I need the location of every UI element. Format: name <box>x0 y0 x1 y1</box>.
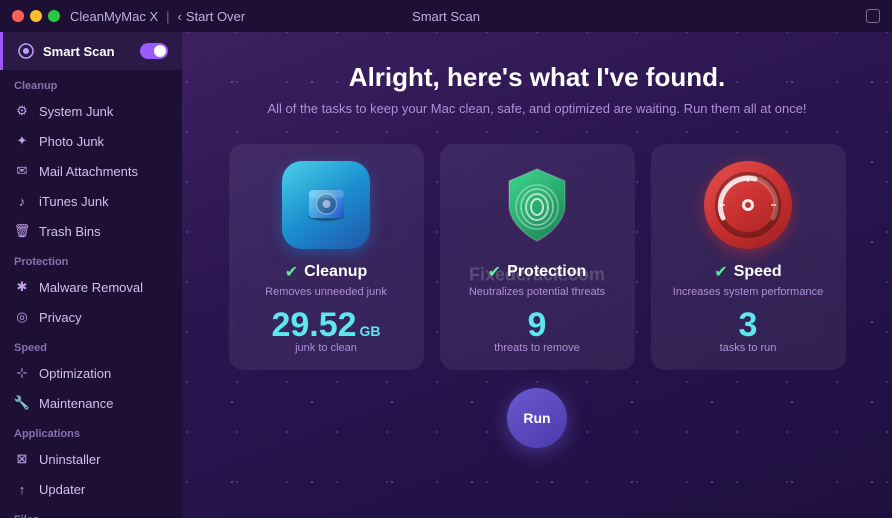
mail-icon: ✉ <box>14 163 30 179</box>
cleanup-unit: GB <box>360 324 381 338</box>
minimize-button[interactable] <box>30 10 42 22</box>
run-button-wrap: Run <box>507 388 567 448</box>
gauge-icon <box>704 161 792 249</box>
sidebar-item-trash-bins[interactable]: 🗑 Trash Bins <box>0 216 182 246</box>
cleanup-card: ✔ Cleanup Removes unneeded junk 29.52 GB… <box>229 144 424 370</box>
applications-section-label: Applications <box>0 418 182 444</box>
shield-icon <box>493 161 581 249</box>
speed-sub-label: tasks to run <box>720 342 777 354</box>
cleanup-sub-label: junk to clean <box>295 342 357 354</box>
disk-icon <box>282 161 370 249</box>
sidebar-item-privacy[interactable]: ◎ Privacy <box>0 302 182 332</box>
protection-icon-wrap <box>492 160 582 250</box>
main-layout: Smart Scan Cleanup ⚙ System Junk ✦ Photo… <box>0 32 892 518</box>
cleanup-number: 29.52 GB <box>271 308 380 342</box>
maintenance-icon: 🔧 <box>14 395 30 411</box>
speed-section-label: Speed <box>0 332 182 358</box>
photo-junk-icon: ✦ <box>14 133 30 149</box>
optimization-label: Optimization <box>39 366 111 381</box>
close-button[interactable] <box>12 10 24 22</box>
cleanup-description: Removes unneeded junk <box>265 286 387 298</box>
sidebar: Smart Scan Cleanup ⚙ System Junk ✦ Photo… <box>0 32 182 518</box>
run-button[interactable]: Run <box>507 388 567 448</box>
speed-number: 3 <box>739 308 758 342</box>
updater-label: Updater <box>39 482 85 497</box>
maintenance-label: Maintenance <box>39 396 113 411</box>
content-area: Fixedcrack.com Alright, here's what I've… <box>182 32 892 518</box>
optimization-icon: ⊹ <box>14 365 30 381</box>
app-name: CleanMyMac X <box>70 9 158 24</box>
itunes-icon: ♪ <box>14 193 30 209</box>
content-title: Alright, here's what I've found. <box>349 62 725 93</box>
uninstaller-icon: ⊠ <box>14 451 30 467</box>
cleanup-title-row: ✔ Cleanup <box>285 262 368 282</box>
back-label: Start Over <box>186 9 245 24</box>
sidebar-item-updater[interactable]: ↑ Updater <box>0 474 182 504</box>
malware-icon: ✱ <box>14 279 30 295</box>
sidebar-item-mail-attachments[interactable]: ✉ Mail Attachments <box>0 156 182 186</box>
sidebar-item-uninstaller[interactable]: ⊠ Uninstaller <box>0 444 182 474</box>
cleanup-icon-wrap <box>281 160 371 250</box>
speed-icon-wrap <box>703 160 793 250</box>
uninstaller-label: Uninstaller <box>39 452 100 467</box>
maximize-button[interactable] <box>48 10 60 22</box>
privacy-label: Privacy <box>39 310 82 325</box>
speed-title-row: ✔ Speed <box>714 262 781 282</box>
back-arrow-icon: ‹ <box>178 9 182 24</box>
content-subtitle: All of the tasks to keep your Mac clean,… <box>267 101 806 116</box>
cleanup-title: Cleanup <box>304 263 367 281</box>
sidebar-item-smart-scan[interactable]: Smart Scan <box>0 32 182 70</box>
cleanup-section-label: Cleanup <box>0 70 182 96</box>
system-junk-label: System Junk <box>39 104 113 119</box>
smart-scan-label: Smart Scan <box>17 42 115 60</box>
trash-icon: 🗑 <box>14 223 30 239</box>
malware-removal-label: Malware Removal <box>39 280 143 295</box>
files-section-label: Files <box>0 504 182 518</box>
speed-title: Speed <box>734 263 782 281</box>
protection-number: 9 <box>528 308 547 342</box>
smart-scan-toggle[interactable] <box>140 43 168 59</box>
cleanup-value: 29.52 <box>271 308 356 342</box>
traffic-lights <box>12 10 60 22</box>
window-title: Smart Scan <box>412 9 480 24</box>
cards-row: ✔ Cleanup Removes unneeded junk 29.52 GB… <box>202 144 872 370</box>
trash-bins-label: Trash Bins <box>39 224 101 239</box>
photo-junk-label: Photo Junk <box>39 134 104 149</box>
protection-section-label: Protection <box>0 246 182 272</box>
protection-card: ✔ Protection Neutralizes potential threa… <box>440 144 635 370</box>
updater-icon: ↑ <box>14 481 30 497</box>
protection-title: Protection <box>507 263 586 281</box>
cleanup-check-icon: ✔ <box>285 262 298 282</box>
speed-description: Increases system performance <box>673 286 823 298</box>
system-junk-icon: ⚙ <box>14 103 30 119</box>
back-button[interactable]: ‹ Start Over <box>178 9 246 24</box>
fullscreen-button[interactable] <box>866 9 880 23</box>
sidebar-item-maintenance[interactable]: 🔧 Maintenance <box>0 388 182 418</box>
protection-description: Neutralizes potential threats <box>469 286 605 298</box>
sidebar-item-photo-junk[interactable]: ✦ Photo Junk <box>0 126 182 156</box>
speed-card: ✔ Speed Increases system performance 3 t… <box>651 144 846 370</box>
sidebar-item-malware-removal[interactable]: ✱ Malware Removal <box>0 272 182 302</box>
titlebar: CleanMyMac X | ‹ Start Over Smart Scan <box>0 0 892 32</box>
protection-check-icon: ✔ <box>488 262 501 282</box>
protection-title-row: ✔ Protection <box>488 262 587 282</box>
protection-sub-label: threats to remove <box>494 342 580 354</box>
sidebar-item-itunes-junk[interactable]: ♪ iTunes Junk <box>0 186 182 216</box>
titlebar-divider: | <box>166 9 169 24</box>
itunes-junk-label: iTunes Junk <box>39 194 109 209</box>
speed-check-icon: ✔ <box>714 262 727 282</box>
privacy-icon: ◎ <box>14 309 30 325</box>
smart-scan-icon <box>17 42 35 60</box>
sidebar-item-system-junk[interactable]: ⚙ System Junk <box>0 96 182 126</box>
sidebar-item-optimization[interactable]: ⊹ Optimization <box>0 358 182 388</box>
mail-attachments-label: Mail Attachments <box>39 164 138 179</box>
